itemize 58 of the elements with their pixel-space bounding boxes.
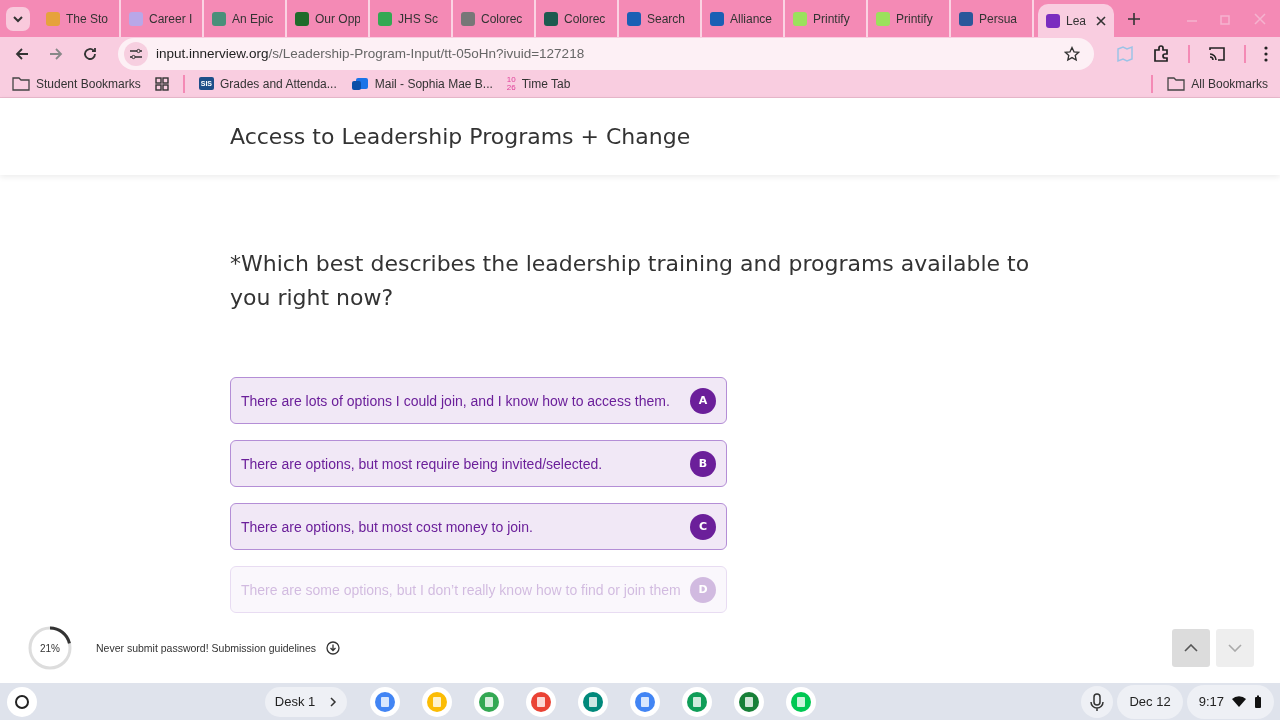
- folder-icon: [12, 76, 30, 91]
- new-tab-icon[interactable]: [1128, 12, 1140, 25]
- folder-icon: [1167, 76, 1186, 91]
- back-icon[interactable]: [14, 45, 30, 62]
- battery-icon: [1254, 694, 1262, 709]
- apps-grid-icon[interactable]: [154, 76, 169, 91]
- site-icon: [876, 11, 890, 26]
- chevron-right-icon: [329, 696, 338, 707]
- chevron-down-icon: [12, 14, 24, 23]
- site-icon: [710, 11, 724, 26]
- site-icon: [129, 11, 143, 26]
- chevron-down-icon: [1228, 644, 1242, 652]
- menu-icon[interactable]: [1264, 45, 1268, 62]
- page-title: Access to Leadership Programs + Change: [230, 124, 691, 149]
- microphone-icon[interactable]: [1081, 685, 1114, 718]
- site-icon: [1046, 13, 1060, 28]
- site-icon: [627, 11, 641, 26]
- download-icon[interactable]: [326, 641, 341, 655]
- site-settings-icon[interactable]: [124, 41, 148, 66]
- site-icon: [959, 11, 973, 26]
- close-icon[interactable]: [1096, 15, 1106, 26]
- answer-option[interactable]: There are options, but most cost money to join. C: [230, 503, 727, 550]
- site-icon: [793, 11, 807, 26]
- bookmark-folder[interactable]: Student Bookmarks: [12, 76, 141, 91]
- date-display[interactable]: Dec 12: [1117, 684, 1183, 719]
- launcher-button[interactable]: [6, 685, 38, 718]
- progress-ring: 21%: [26, 624, 74, 672]
- site-icon: [46, 11, 60, 26]
- chevron-up-icon: [1184, 644, 1198, 652]
- site-icon: [544, 11, 558, 26]
- site-icon: [378, 11, 392, 26]
- footer-note: Never submit password! Submission guidelines: [96, 642, 317, 654]
- bookmark-link[interactable]: Mail - Sophia Mae B...: [350, 76, 493, 91]
- app-icon[interactable]: [681, 685, 714, 718]
- app-icon[interactable]: [629, 685, 662, 718]
- site-icon: [295, 11, 309, 26]
- wifi-icon: [1232, 695, 1246, 708]
- app-icon[interactable]: [577, 685, 610, 718]
- status-area[interactable]: 9:17: [1186, 684, 1274, 719]
- app-icon[interactable]: [369, 685, 402, 718]
- site-icon: [212, 11, 226, 26]
- browser-tab[interactable]: Lea: [1038, 4, 1114, 37]
- desk-button[interactable]: Desk 1: [264, 686, 348, 717]
- app-icon[interactable]: [733, 685, 766, 718]
- bookmark-star-icon[interactable]: [1064, 45, 1080, 62]
- answer-option[interactable]: There are options, but most require being invited/selected. B: [230, 440, 727, 487]
- site-icon: [461, 11, 475, 26]
- address-bar[interactable]: input.innerview.org/s/Leadership-Program-Input/tt-05oHn?ivuid=127218: [118, 37, 1094, 70]
- reload-icon[interactable]: [82, 45, 98, 62]
- app-icon[interactable]: [473, 685, 506, 718]
- extensions-icon[interactable]: [1152, 44, 1170, 63]
- bookmark-folder[interactable]: All Bookmarks: [1167, 76, 1268, 91]
- cast-icon[interactable]: [1208, 45, 1226, 62]
- tab-search-button[interactable]: [6, 6, 30, 31]
- mail-icon: [350, 76, 369, 91]
- answer-option[interactable]: There are lots of options I could join, and I know how to access them. A: [230, 377, 727, 424]
- app-icon[interactable]: [525, 685, 558, 718]
- question-text: *Which best describes the leadership training and programs available to you right now?: [230, 250, 1030, 312]
